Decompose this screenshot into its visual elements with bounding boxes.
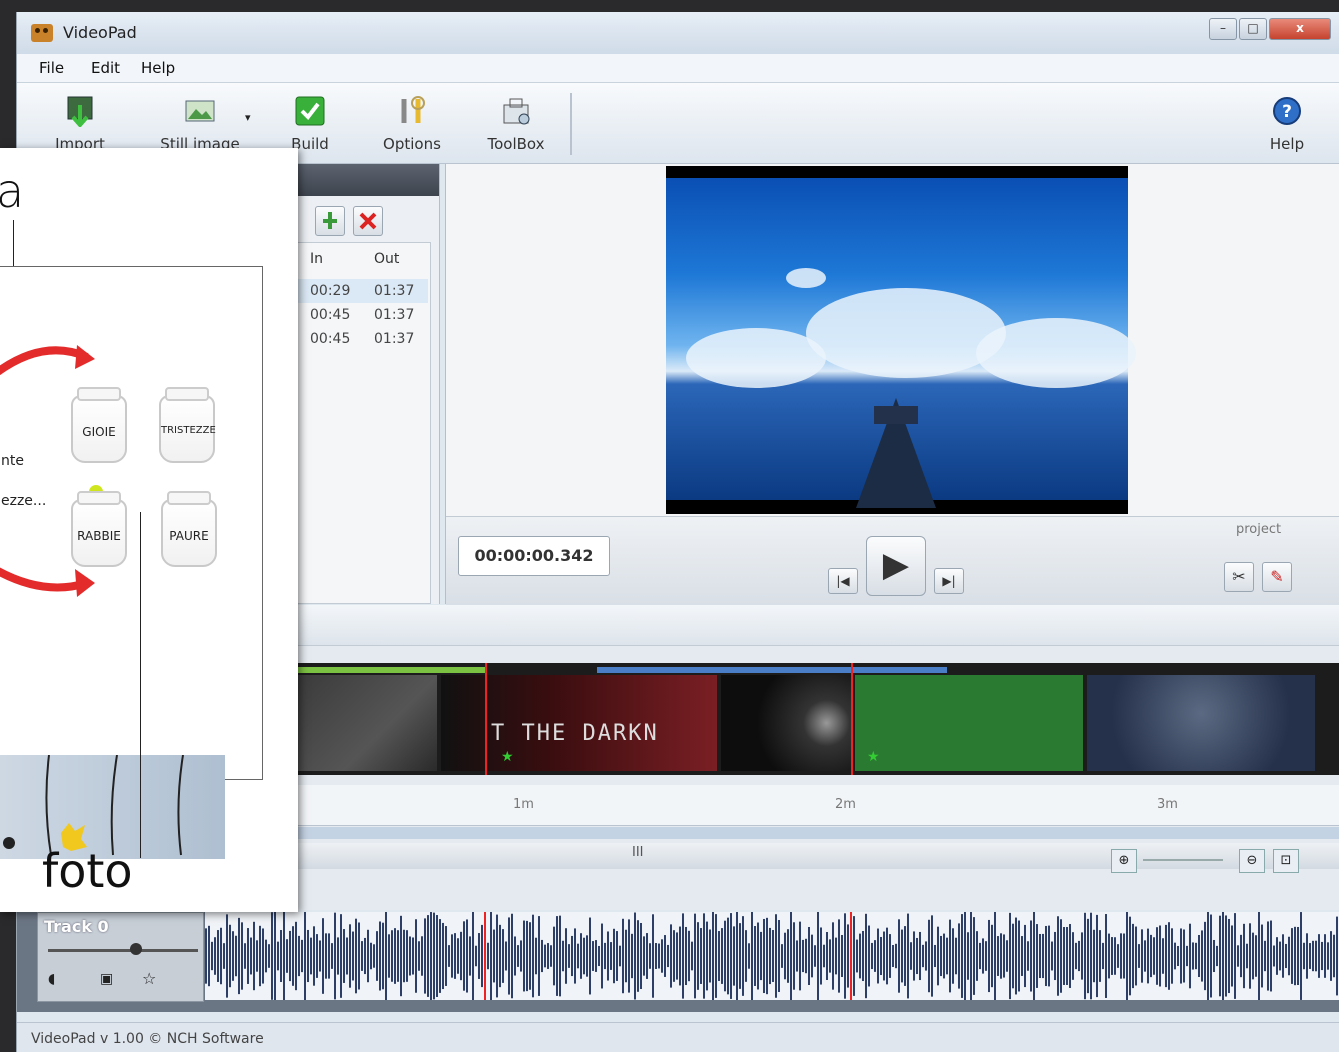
minimize-button[interactable]: – bbox=[1209, 18, 1237, 40]
star-icon: ★ bbox=[501, 749, 514, 765]
next-frame-button[interactable]: ▶| bbox=[934, 568, 964, 594]
toolbox-icon bbox=[500, 95, 532, 127]
crop-icon: ✎ bbox=[1270, 567, 1284, 586]
build-check-icon bbox=[294, 95, 326, 127]
jar-label: PAURE bbox=[169, 529, 209, 543]
help-question-icon: ? bbox=[1271, 95, 1303, 127]
play-button[interactable]: ▶ bbox=[866, 536, 926, 596]
zoom-fit-icon[interactable]: ⊡ bbox=[1273, 849, 1299, 873]
tab-project[interactable]: project bbox=[1236, 522, 1281, 537]
callout-line bbox=[140, 512, 141, 858]
split-clip-button[interactable]: ✂ bbox=[1224, 562, 1254, 592]
toolbox-label: ToolBox bbox=[487, 135, 545, 153]
scroll-grip[interactable]: III bbox=[632, 845, 644, 860]
cell-out: 01:37 bbox=[374, 307, 415, 323]
help-button[interactable]: ? Help bbox=[1247, 91, 1327, 157]
playhead-marker[interactable] bbox=[851, 663, 853, 775]
track-name: Track 0 bbox=[44, 917, 109, 936]
remove-clip-button[interactable] bbox=[353, 206, 383, 236]
pier-hut-shape bbox=[874, 406, 918, 424]
status-text: VideoPad v 1.00 © NCH Software bbox=[31, 1031, 264, 1047]
options-label: Options bbox=[383, 135, 441, 153]
maximize-button[interactable]: □ bbox=[1239, 18, 1267, 40]
title-bar: VideoPad – □ x bbox=[17, 12, 1339, 54]
help-label: Help bbox=[1269, 135, 1305, 153]
preview-frame-image bbox=[666, 178, 1136, 508]
timeline-clip[interactable]: T THE DARKN bbox=[441, 675, 717, 771]
import-icon bbox=[64, 95, 96, 129]
jar-label: GIOIE bbox=[82, 425, 116, 439]
selection-range-green bbox=[297, 667, 487, 673]
jar-paure: PAURE bbox=[161, 491, 217, 567]
dropdown-arrow-icon[interactable]: ▾ bbox=[245, 111, 251, 124]
image-icon bbox=[184, 95, 216, 127]
previous-frame-button[interactable]: |◀ bbox=[828, 568, 858, 594]
video-preview[interactable] bbox=[666, 166, 1136, 514]
timeline-clip[interactable] bbox=[297, 675, 437, 771]
jar-tristezze: TRISTEZZE bbox=[159, 387, 216, 463]
waveform-graphic bbox=[205, 910, 1338, 1002]
timeline-clip[interactable] bbox=[721, 675, 853, 771]
cell-out: 01:37 bbox=[374, 331, 415, 347]
delete-x-icon bbox=[359, 212, 377, 230]
cell-in: 00:45 bbox=[310, 331, 351, 347]
add-icon bbox=[323, 212, 337, 229]
callout-label-bottom: foto bbox=[42, 844, 133, 898]
jar-rabbie: RABBIE bbox=[71, 491, 127, 567]
cell-in: 00:45 bbox=[310, 307, 351, 323]
card-text: nte bbox=[1, 453, 24, 469]
ruler-tick-label: 2m bbox=[835, 797, 856, 812]
column-in[interactable]: In bbox=[310, 251, 323, 267]
toolbar-separator bbox=[570, 93, 572, 155]
menu-bar: File Edit Help bbox=[17, 54, 1339, 83]
options-button[interactable]: Options bbox=[367, 91, 457, 157]
overlay-photo: a GIOIE TRISTEZZE RABBIE PAURE nte ezze.… bbox=[0, 148, 298, 912]
add-clip-button[interactable] bbox=[315, 206, 345, 236]
callout-label-top: a bbox=[0, 164, 25, 218]
ruler-tick-label: 1m bbox=[513, 797, 534, 812]
audio-waveform[interactable] bbox=[205, 910, 1339, 1002]
svg-text:?: ? bbox=[1282, 102, 1292, 122]
card-text: ezze... bbox=[1, 493, 47, 509]
star-icon: ★ bbox=[867, 749, 880, 765]
timecode-display: 00:00:00.342 bbox=[458, 536, 610, 576]
playhead-marker[interactable] bbox=[485, 663, 487, 775]
red-arrows-graphic bbox=[0, 345, 95, 597]
zoom-in-icon[interactable]: ⊕ bbox=[1111, 849, 1137, 873]
audio-track-header: Track 0 ◖ ▣ ☆ bbox=[37, 912, 204, 1002]
jar-label: TRISTEZZE bbox=[161, 425, 216, 436]
jar-label: RABBIE bbox=[77, 529, 121, 543]
mute-icon[interactable]: ◖ bbox=[48, 971, 55, 987]
split-icon: ✂ bbox=[1232, 567, 1246, 586]
window-title: VideoPad bbox=[63, 23, 137, 42]
toolbox-button[interactable]: ToolBox bbox=[471, 91, 561, 157]
selection-range-blue bbox=[597, 667, 947, 673]
videopad-app-icon bbox=[31, 24, 53, 42]
clip-title-text: T THE DARKN bbox=[491, 721, 659, 746]
star-icon[interactable]: ☆ bbox=[142, 969, 156, 988]
menu-help[interactable]: Help bbox=[141, 59, 175, 77]
audio-track-area: Track 0 ◖ ▣ ☆ bbox=[17, 910, 1339, 1012]
solo-icon[interactable]: ▣ bbox=[100, 971, 113, 987]
zoom-out-icon[interactable]: ⊖ bbox=[1239, 849, 1265, 873]
cell-out: 01:37 bbox=[374, 283, 415, 299]
volume-slider-handle[interactable] bbox=[130, 943, 142, 955]
volume-slider[interactable] bbox=[48, 949, 198, 952]
paper-card: GIOIE TRISTEZZE RABBIE PAURE nte ezze... bbox=[0, 266, 263, 859]
ruler-tick-label: 3m bbox=[1157, 797, 1178, 812]
menu-edit[interactable]: Edit bbox=[91, 59, 120, 77]
cell-in: 00:29 bbox=[310, 283, 351, 299]
column-out[interactable]: Out bbox=[374, 251, 399, 267]
close-button[interactable]: x bbox=[1269, 18, 1331, 40]
jar-gioie: GIOIE bbox=[71, 387, 127, 463]
options-wrench-icon bbox=[396, 95, 428, 127]
timeline-clip[interactable] bbox=[855, 675, 1083, 771]
status-bar: VideoPad v 1.00 © NCH Software bbox=[17, 1022, 1339, 1052]
preview-panel: 00:00:00.342 |◀ ▶ ▶| project ✂ ✎ bbox=[445, 164, 1339, 605]
crop-clip-button[interactable]: ✎ bbox=[1262, 562, 1292, 592]
timeline-clip[interactable] bbox=[1087, 675, 1315, 771]
menu-file[interactable]: File bbox=[39, 59, 64, 77]
zoom-slider[interactable] bbox=[1143, 859, 1223, 861]
